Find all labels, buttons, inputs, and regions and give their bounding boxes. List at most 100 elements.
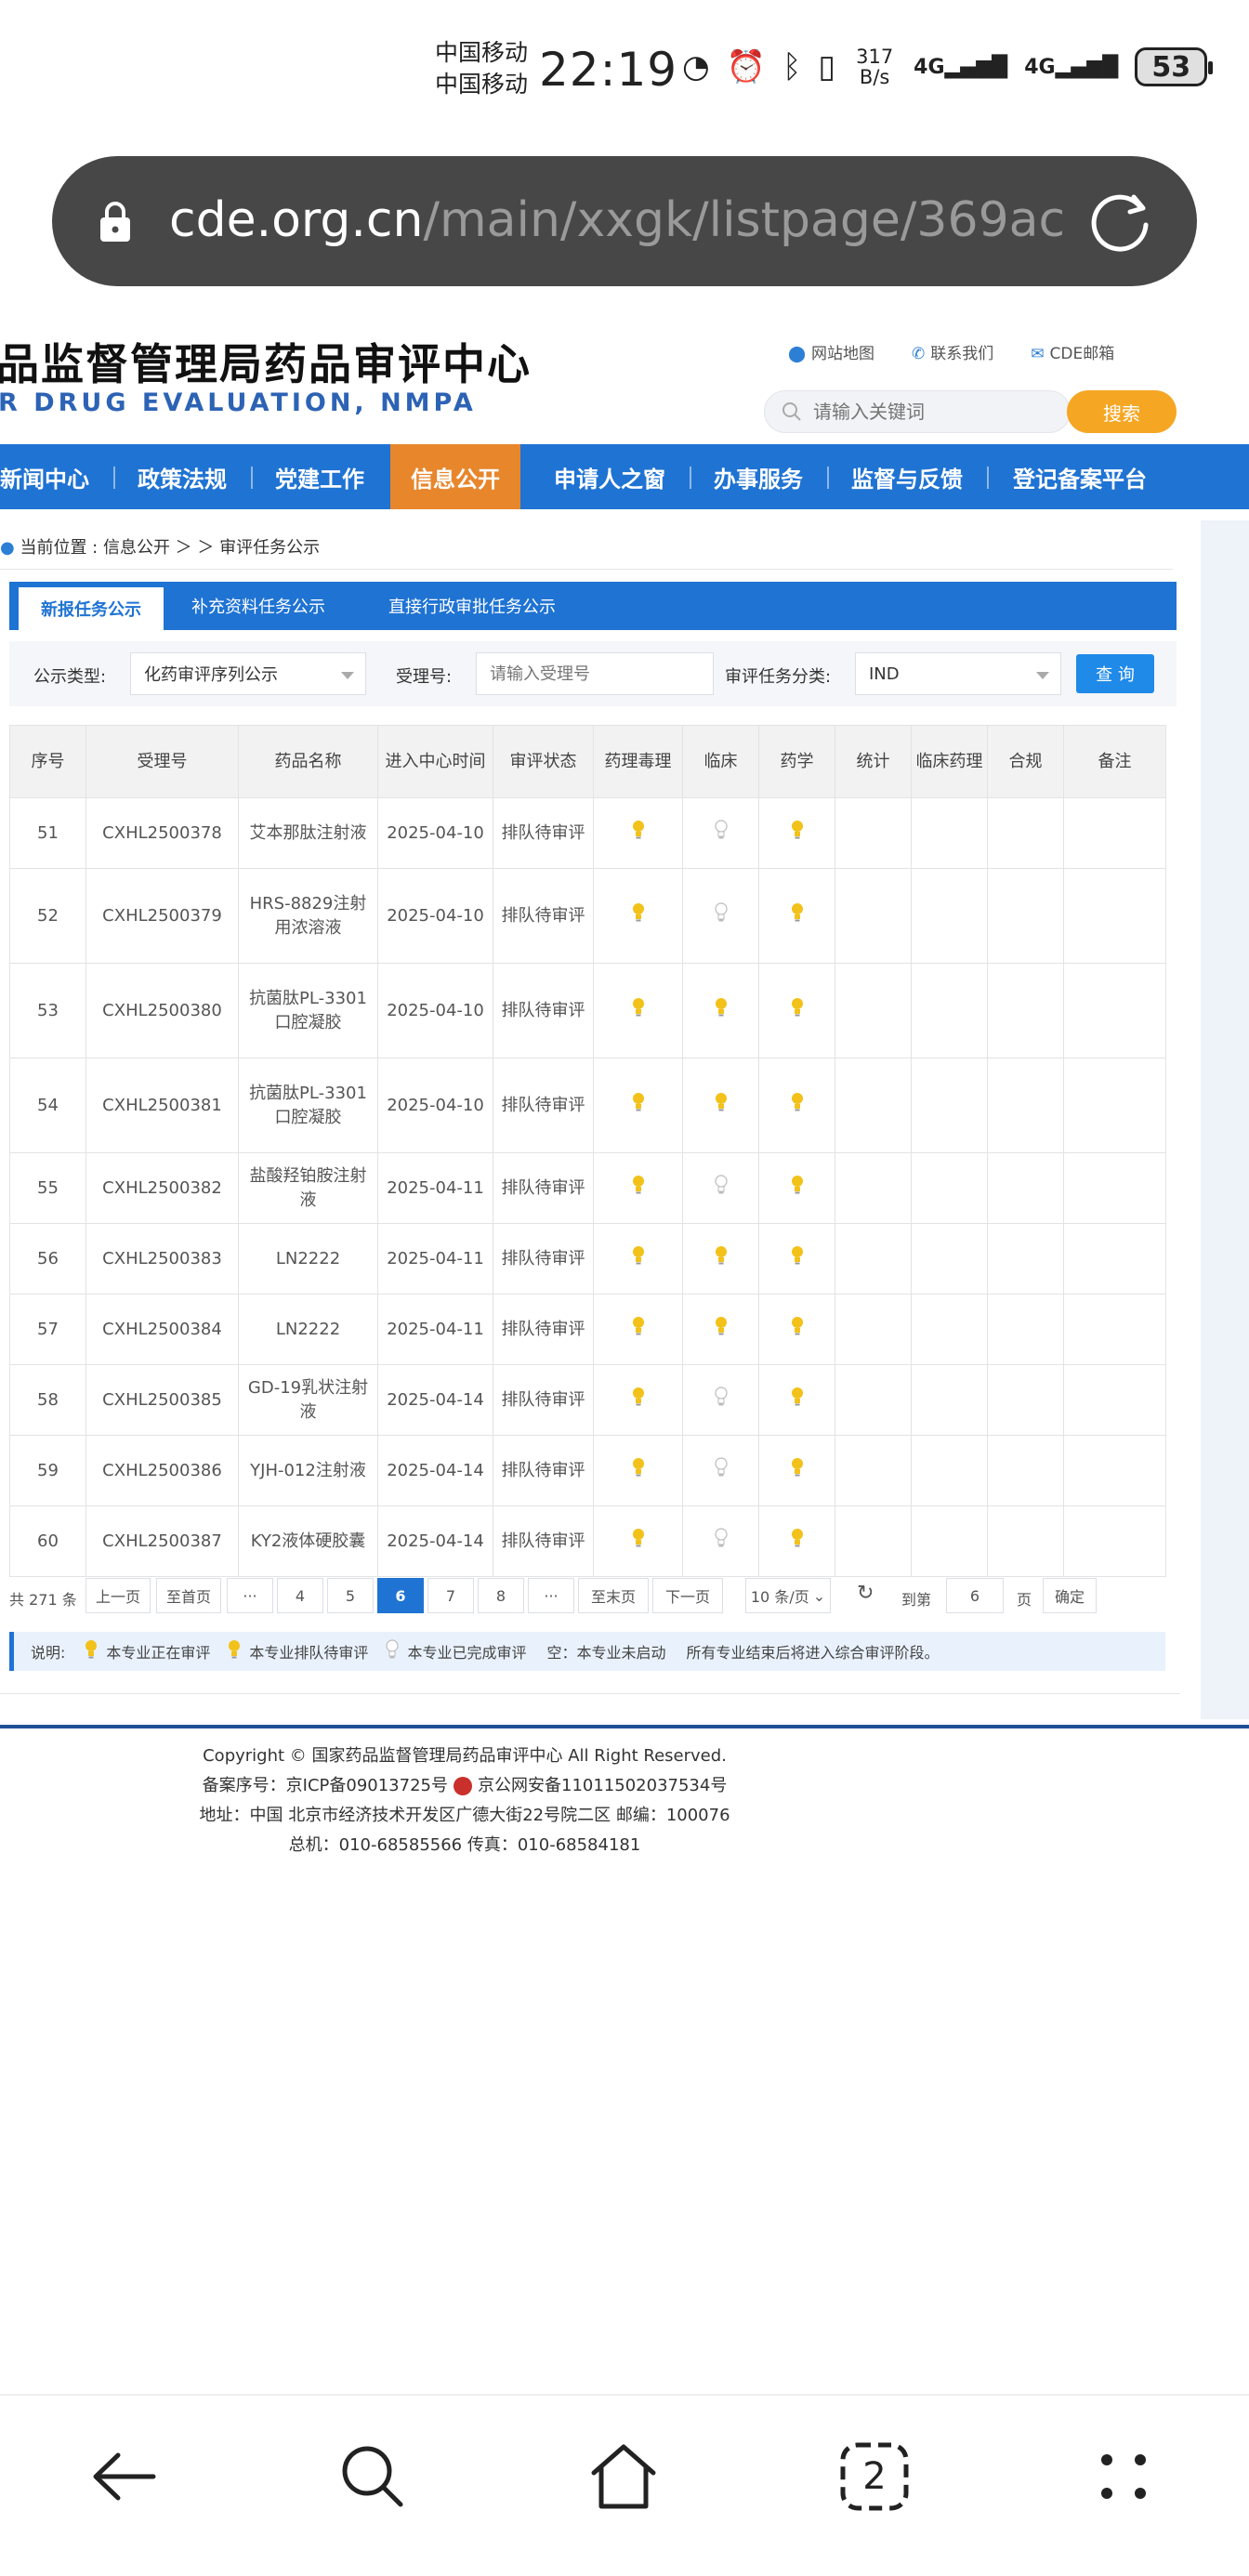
bulb-queued-icon <box>790 1316 805 1341</box>
type-label: 公示类型: <box>33 667 107 687</box>
goto-confirm-button[interactable]: 确定 <box>1043 1578 1097 1613</box>
contact-label: 联系我们 <box>930 345 994 363</box>
cell-drug-name: HRS-8829注射用浓溶液 <box>238 868 378 964</box>
cell-statistics <box>835 1058 912 1153</box>
tab-direct-approval-tasks[interactable]: 直接行政审批任务公示 <box>388 582 556 630</box>
url-text[interactable]: cde.org.cn/main/xxgk/listpage/369ac <box>169 190 1098 251</box>
next-page-button[interactable]: 下一页 <box>652 1578 723 1613</box>
site-map-link[interactable]: ⬤ 网站地图 <box>788 340 874 363</box>
category-label: 审评任务分类: <box>725 667 832 687</box>
cell-pharmacy <box>758 1505 835 1577</box>
alarm-icon: ⏰ <box>726 48 767 85</box>
bulb-queued-icon <box>631 820 646 845</box>
page-5-button[interactable]: 5 <box>327 1578 374 1613</box>
refresh-icon[interactable]: ↻ <box>857 1582 874 1605</box>
cell-pharmtox <box>593 1294 683 1365</box>
search-icon[interactable] <box>331 2435 414 2518</box>
cell-remarks <box>1063 1364 1166 1436</box>
cell-statistics <box>835 1505 912 1577</box>
cell-enter-time: 2025-04-14 <box>377 1364 493 1436</box>
page-6-button[interactable]: 6 <box>377 1578 424 1613</box>
tabs-icon[interactable]: 2 <box>833 2435 916 2518</box>
bulb-done-icon <box>714 901 729 927</box>
contact-link[interactable]: ✆ 联系我们 <box>912 340 993 363</box>
site-subtitle: R DRUG EVALUATION, NMPA <box>0 388 477 417</box>
first-page-button[interactable]: 至首页 <box>156 1578 221 1613</box>
goto-page-input[interactable]: 6 <box>946 1578 1004 1613</box>
cell-drug-name: GD-19乳状注射液 <box>238 1364 378 1436</box>
footer-icp[interactable]: 备案序号：京ICP备09013725号 <box>203 1776 448 1795</box>
query-button[interactable]: 查 询 <box>1076 654 1154 693</box>
nav-info-public[interactable]: 信息公开 <box>390 444 520 509</box>
nav-news[interactable]: 新闻中心 <box>0 444 89 509</box>
nav-applicant[interactable]: 申请人之窗 <box>554 444 665 509</box>
mail-link[interactable]: ✉ CDE邮箱 <box>1031 340 1114 363</box>
cell-clinical-pharm <box>911 868 988 964</box>
cell-clinical <box>682 1223 759 1295</box>
legend: 说明: 本专业正在审评 本专业排队待审评 本专业已完成审评 空：本专业未启动 所… <box>9 1632 1165 1671</box>
site-search-button[interactable]: 搜索 <box>1067 390 1177 433</box>
table-row: 52 CXHL2500379 HRS-8829注射用浓溶液 2025-04-10 排队待… <box>9 868 1166 964</box>
cell-enter-time: 2025-04-10 <box>377 1058 493 1153</box>
nav-party[interactable]: 党建工作 <box>275 444 364 509</box>
nav-service[interactable]: 办事服务 <box>714 444 803 509</box>
nav-divider <box>690 467 691 489</box>
address-bar[interactable]: cde.org.cn/main/xxgk/listpage/369ac <box>52 156 1197 286</box>
reload-icon[interactable] <box>1087 188 1156 256</box>
cell-drug-name: 艾本那肽注射液 <box>238 797 378 869</box>
network-type-1: 4G <box>914 55 945 79</box>
map-pin-icon: ⬤ <box>788 345 807 363</box>
type-select[interactable]: 化药审评序列公示 <box>130 652 366 695</box>
cell-clinical-pharm <box>911 797 988 869</box>
footer-divider <box>0 1725 1249 1728</box>
divider <box>0 569 1173 570</box>
table-row: 56 CXHL2500383 LN2222 2025-04-11 排队待审评 <box>9 1223 1166 1295</box>
cell-drug-name: LN2222 <box>238 1223 378 1295</box>
col-header-no: 序号 <box>9 725 86 798</box>
cell-drug-name: 抗菌肽PL-3301口腔凝胶 <box>238 963 378 1058</box>
cell-accept-no: CXHL2500382 <box>85 1152 239 1224</box>
nav-supervision[interactable]: 监督与反馈 <box>851 444 963 509</box>
back-arrow-icon[interactable] <box>82 2435 165 2518</box>
cell-pharmacy <box>758 868 835 964</box>
legend-queued: 本专业排队待审评 <box>249 1644 369 1662</box>
battery-icon: 53 <box>1135 47 1214 86</box>
cell-clinical <box>682 1294 759 1365</box>
cell-pharmtox <box>593 1505 683 1577</box>
category-select[interactable]: IND <box>855 652 1061 695</box>
footer-police[interactable]: 京公网安备11011502037534号 <box>478 1776 727 1795</box>
cell-no: 55 <box>9 1152 86 1224</box>
last-page-button[interactable]: 至末页 <box>578 1578 649 1613</box>
nav-registration[interactable]: 登记备案平台 <box>1013 444 1147 509</box>
tab-new-tasks[interactable]: 新报任务公示 <box>19 587 164 630</box>
prev-page-button[interactable]: 上一页 <box>85 1578 151 1613</box>
page-7-button[interactable]: 7 <box>427 1578 474 1613</box>
page-8-button[interactable]: 8 <box>478 1578 524 1613</box>
url-path: /main/xxgk/listpage/369ac <box>423 192 1066 248</box>
cell-no: 53 <box>9 963 86 1058</box>
nav-policy[interactable]: 政策法规 <box>138 444 227 509</box>
cell-statistics <box>835 868 912 964</box>
cell-drug-name: 抗菌肽PL-3301口腔凝胶 <box>238 1058 378 1153</box>
cell-status: 排队待审评 <box>493 1294 594 1365</box>
page-size-select[interactable]: 10 条/页 ⌄ <box>745 1578 831 1613</box>
page-4-button[interactable]: 4 <box>277 1578 323 1613</box>
accept-number-input[interactable] <box>476 652 714 695</box>
bulb-queued-icon <box>790 902 805 927</box>
table-row: 55 CXHL2500382 盐酸羟铂胺注射液 2025-04-11 排队待审评 <box>9 1152 1166 1224</box>
cell-statistics <box>835 1364 912 1436</box>
cell-pharmacy <box>758 963 835 1058</box>
tab-supplement-tasks[interactable]: 补充资料任务公示 <box>191 582 325 630</box>
pagination: 共 271 条 上一页 至首页 ··· 4 5 6 7 8 ··· 至末页 下一… <box>9 1578 1177 1615</box>
cell-pharmtox <box>593 868 683 964</box>
cell-status: 排队待审评 <box>493 1152 594 1224</box>
chevron-down-icon <box>341 672 354 679</box>
site-search-input[interactable] <box>813 401 1045 423</box>
page-ellipsis[interactable]: ··· <box>227 1578 273 1613</box>
cell-clinical-pharm <box>911 1364 988 1436</box>
menu-dots-icon[interactable] <box>1082 2435 1165 2518</box>
cell-status: 排队待审评 <box>493 797 594 869</box>
cell-compliance <box>987 1152 1064 1224</box>
home-icon[interactable] <box>582 2435 665 2518</box>
page-ellipsis[interactable]: ··· <box>528 1578 574 1613</box>
